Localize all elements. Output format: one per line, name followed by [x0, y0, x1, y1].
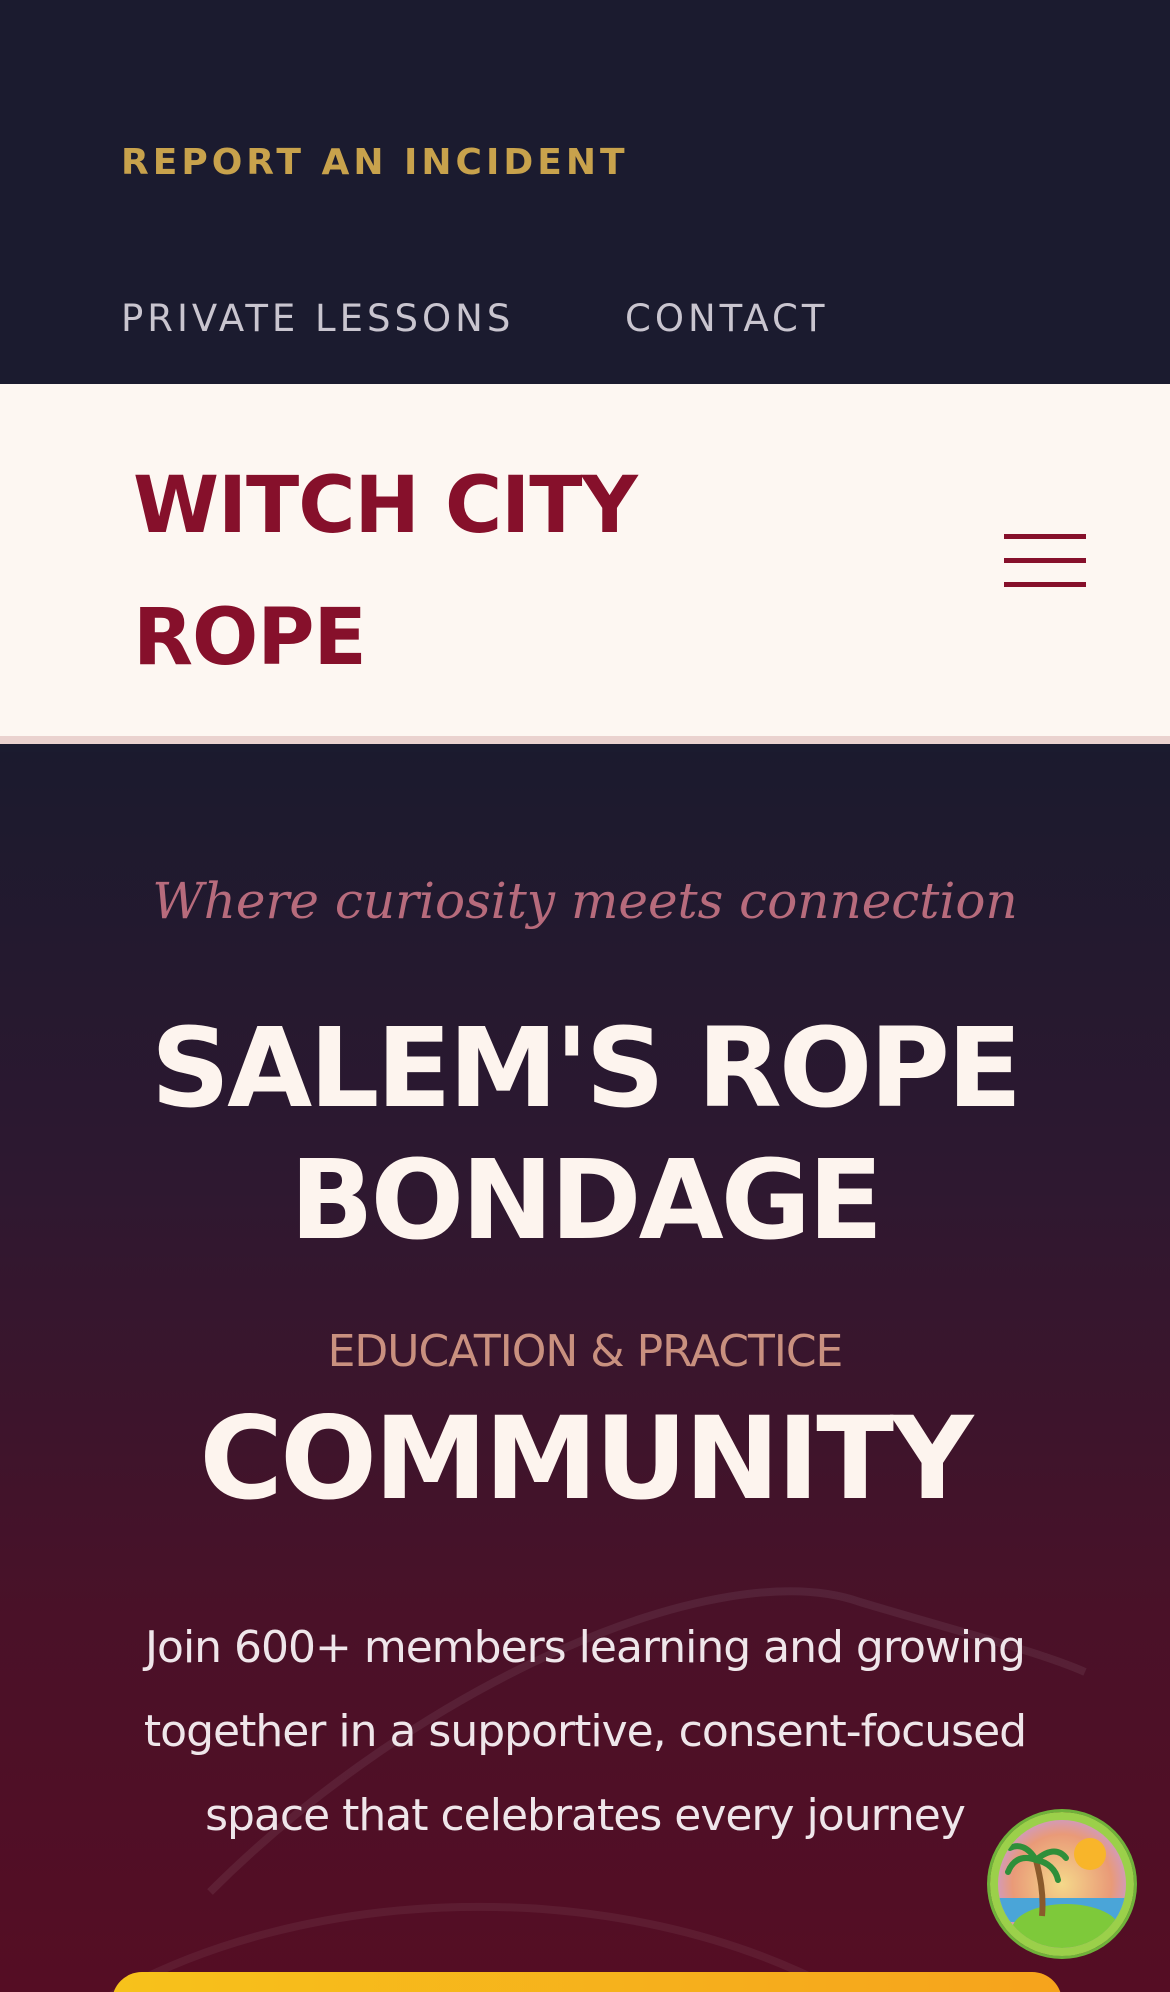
- hero-description: Join 600+ members learning and growing t…: [143, 1622, 1027, 1841]
- hero-tagline: Where curiosity meets connection: [152, 872, 1018, 930]
- top-navigation-bar: REPORT AN INCIDENT PRIVATE LESSONS CONTA…: [0, 0, 1170, 384]
- report-incident-link[interactable]: REPORT AN INCIDENT: [121, 142, 629, 183]
- hero-community-heading: COMMUNITY: [199, 1392, 973, 1525]
- site-logo-text[interactable]: WITCH CITY ROPE: [133, 440, 693, 704]
- tropical-island-icon[interactable]: [990, 1812, 1134, 1956]
- hero-cta-button[interactable]: [112, 1972, 1062, 1992]
- site-header: WITCH CITY ROPE: [0, 384, 1170, 744]
- hamburger-menu-icon[interactable]: [1000, 532, 1088, 592]
- nav-link-contact[interactable]: CONTACT: [625, 297, 828, 340]
- hero-section: Where curiosity meets connection SALEM'S…: [0, 752, 1170, 1992]
- menu-line: [1004, 558, 1086, 563]
- hero-subtitle: EDUCATION & PRACTICE: [327, 1326, 844, 1377]
- menu-line: [1004, 582, 1086, 587]
- nav-link-private-lessons[interactable]: PRIVATE LESSONS: [121, 297, 514, 340]
- menu-line: [1004, 534, 1086, 539]
- hero-title: SALEM'S ROPE BONDAGE: [150, 1004, 1022, 1264]
